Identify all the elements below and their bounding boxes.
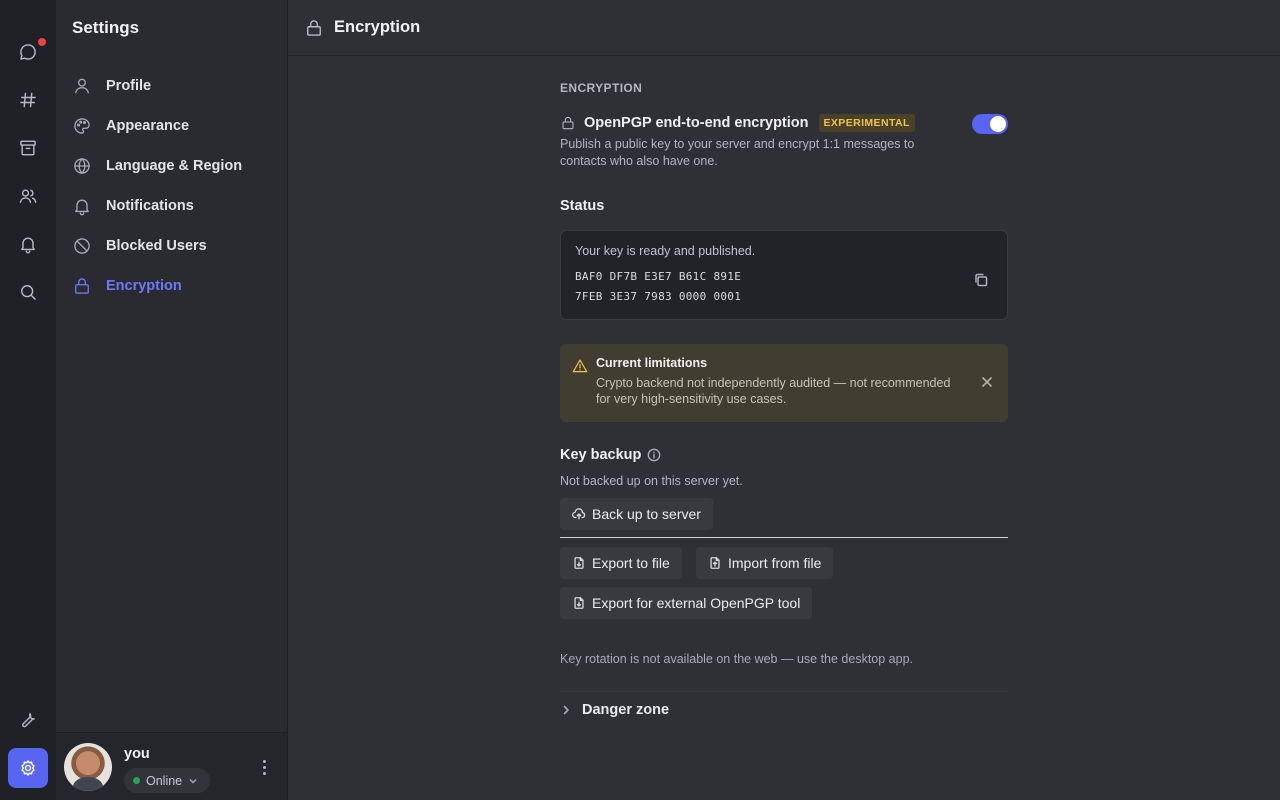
close-icon[interactable] — [980, 375, 994, 389]
warning-text: Crypto backend not independently audited… — [596, 376, 951, 406]
warning-icon — [571, 357, 589, 375]
divider — [560, 537, 1008, 538]
copy-icon[interactable] — [973, 272, 991, 290]
openpgp-description: Publish a public key to your server and … — [560, 137, 915, 168]
status-label: Online — [146, 773, 183, 788]
openpgp-setting: OpenPGP end-to-end encryption EXPERIMENT… — [560, 114, 1008, 170]
backup-status: Not backed up on this server yet. — [560, 474, 743, 488]
settings-sidebar: Settings Profile Appearance Language & R… — [56, 0, 288, 800]
warning-title: Current limitations — [596, 356, 708, 370]
user-name: you — [124, 746, 150, 762]
cloud-upload-icon — [572, 508, 586, 520]
danger-zone-label: Danger zone — [582, 702, 670, 718]
key-status-message: Your key is ready and published. — [575, 244, 756, 258]
lock-icon — [562, 116, 574, 130]
sidebar-item-encryption[interactable]: Encryption — [64, 266, 280, 306]
experimental-badge: EXPERIMENTAL — [818, 114, 915, 132]
key-backup-heading: Key backup — [560, 447, 661, 463]
key-status-box: Your key is ready and published. BAF0 DF… — [560, 230, 1008, 320]
file-import-icon — [710, 557, 720, 569]
encryption-toggle[interactable] — [972, 114, 1008, 134]
limitations-warning: Current limitations Crypto backend not i… — [560, 344, 1008, 422]
fingerprint-line: BAF0 DF7B E3E7 B61C 891E — [575, 270, 742, 283]
key-fingerprint[interactable]: BAF0 DF7B E3E7 B61C 891E 7FEB 3E37 7983 … — [575, 267, 993, 307]
sidebar-item-notifications[interactable]: Notifications — [64, 186, 280, 226]
wrench-icon[interactable] — [8, 700, 48, 740]
chevron-right-icon — [563, 705, 569, 715]
sidebar-item-profile[interactable]: Profile — [64, 66, 280, 106]
sidebar-item-label: Blocked Users — [106, 238, 207, 254]
blocked-icon — [74, 238, 90, 254]
globe-icon — [74, 158, 90, 174]
divider — [560, 691, 1008, 692]
import-from-file-button[interactable]: Import from file — [696, 547, 834, 579]
archive-icon[interactable] — [8, 128, 48, 168]
user-icon — [75, 78, 89, 94]
button-label: Back up to server — [592, 506, 701, 522]
openpgp-title: OpenPGP end-to-end encryption — [584, 115, 809, 131]
search-icon[interactable] — [8, 272, 48, 312]
more-options-icon[interactable] — [256, 757, 272, 777]
gear-icon[interactable] — [8, 748, 48, 788]
export-external-openpgp-button[interactable]: Export for external OpenPGP tool — [560, 587, 813, 619]
icon-rail — [0, 0, 56, 800]
button-label: Export for external OpenPGP tool — [592, 595, 801, 611]
hash-icon[interactable] — [8, 80, 48, 120]
chevron-down-icon — [189, 778, 197, 784]
page-title: Encryption — [334, 18, 421, 36]
sidebar-item-label: Encryption — [106, 278, 182, 294]
chat-bubble-icon[interactable] — [8, 32, 48, 72]
info-icon[interactable] — [647, 448, 661, 462]
sidebar-title: Settings — [72, 18, 140, 37]
sidebar-item-language-region[interactable]: Language & Region — [64, 146, 280, 186]
sidebar-item-label: Profile — [106, 78, 152, 94]
sidebar-item-label: Appearance — [106, 118, 190, 134]
status-heading: Status — [560, 198, 605, 214]
bell-icon[interactable] — [8, 224, 48, 264]
button-label: Export to file — [592, 555, 670, 571]
danger-zone-toggle[interactable]: Danger zone — [560, 702, 669, 718]
file-export-icon — [574, 557, 584, 569]
section-label: ENCRYPTION — [560, 81, 643, 95]
user-panel: you Online — [56, 732, 287, 800]
page-header: Encryption — [288, 0, 1280, 56]
key-backup-title: Key backup — [560, 447, 642, 463]
sidebar-item-blocked-users[interactable]: Blocked Users — [64, 226, 280, 266]
settings-nav: Profile Appearance Language & Region Not… — [64, 66, 280, 306]
sidebar-item-label: Notifications — [106, 198, 194, 214]
palette-icon — [74, 118, 90, 134]
file-export-icon — [574, 597, 584, 609]
button-label: Import from file — [728, 555, 822, 571]
notification-dot — [38, 38, 46, 46]
key-rotation-note: Key rotation is not available on the web… — [560, 652, 914, 666]
sidebar-item-label: Language & Region — [106, 158, 243, 174]
online-status-dot — [133, 777, 140, 784]
fingerprint-line: 7FEB 3E37 7983 0000 0001 — [575, 290, 742, 303]
export-to-file-button[interactable]: Export to file — [560, 547, 682, 579]
backup-to-server-button[interactable]: Back up to server — [560, 498, 713, 530]
bell-icon — [75, 199, 89, 216]
lock-icon — [307, 19, 321, 36]
avatar[interactable] — [64, 743, 112, 791]
status-selector[interactable]: Online — [124, 768, 211, 793]
lock-icon — [75, 278, 89, 294]
users-icon[interactable] — [8, 176, 48, 216]
sidebar-item-appearance[interactable]: Appearance — [64, 106, 280, 146]
